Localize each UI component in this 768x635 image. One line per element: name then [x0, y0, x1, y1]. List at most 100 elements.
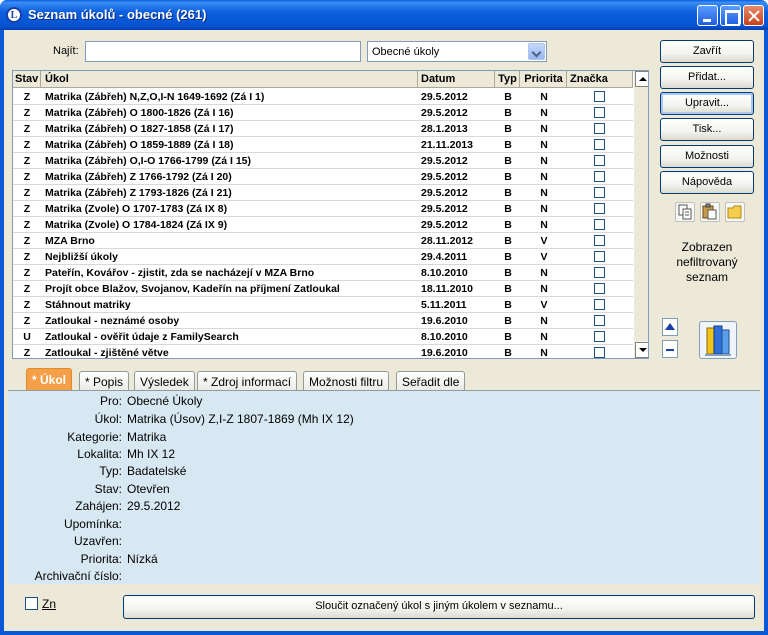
znacka-checkbox[interactable] — [594, 155, 605, 166]
copy-icon[interactable] — [675, 202, 695, 222]
znacka-checkbox[interactable] — [594, 315, 605, 326]
cell-datum: 29.5.2012 — [421, 187, 468, 199]
chevron-down-icon[interactable] — [528, 43, 545, 60]
tab-moznosti-filtru[interactable]: Možnosti filtru — [303, 371, 390, 390]
znacka-checkbox[interactable] — [594, 251, 605, 262]
minimize-button[interactable] — [697, 5, 718, 26]
table-row[interactable]: Z Matrika (Zvole) O 1784-1824 (Zá IX 9) 29… — [13, 217, 633, 233]
tab-seradit-dle[interactable]: Seřadit dle — [396, 371, 466, 390]
cell-typ: B — [504, 299, 512, 311]
table-row[interactable]: Z Projít obce Blažov, Svojanov, Kadeřín n… — [13, 281, 633, 297]
search-input[interactable] — [85, 41, 361, 62]
cell-typ: B — [504, 187, 512, 199]
close-window-button[interactable] — [743, 5, 764, 26]
znacka-checkbox[interactable] — [594, 331, 605, 342]
znacka-checkbox[interactable] — [594, 235, 605, 246]
task-filter-select[interactable]: Obecné úkoly — [367, 41, 547, 62]
znacka-checkbox[interactable] — [594, 299, 605, 310]
column-header-stav[interactable]: Stav — [13, 71, 41, 88]
cell-znacka — [568, 297, 633, 313]
cell-priorita: N — [540, 283, 548, 295]
cell-datum: 19.6.2010 — [421, 315, 468, 327]
cell-priorita: N — [540, 315, 548, 327]
cell-priorita: V — [540, 299, 548, 311]
cell-stav: Z — [23, 203, 31, 215]
field-label-pro: Pro: — [99, 394, 122, 408]
maximize-button[interactable] — [720, 5, 741, 26]
table-row[interactable]: Z Nejbližší úkoly 29.4.2011 B V — [13, 249, 633, 265]
table-row[interactable]: Z Zatloukal - zjištěné větve 19.6.2010 B N — [13, 345, 633, 358]
cell-priorita: N — [540, 203, 548, 215]
paste-icon[interactable] — [700, 202, 720, 222]
cell-stav: Z — [23, 187, 31, 199]
cell-ukol: Matrika (Zábřeh) O 1827-1858 (Zá I 17) — [45, 123, 234, 135]
table-row[interactable]: U Zatloukal - ověřit údaje z FamilySearch… — [13, 329, 633, 345]
column-header-datum[interactable]: Datum — [419, 71, 495, 88]
znacka-checkbox[interactable] — [594, 123, 605, 134]
znacka-checkbox[interactable] — [594, 219, 605, 230]
table-row[interactable]: Z Matrika (Zábřeh) N,Z,O,I-N 1649-1692 (Z… — [13, 89, 633, 105]
app-logo-icon: L — [6, 7, 22, 23]
table-row[interactable]: Z Matrika (Zvole) O 1707-1783 (Zá IX 8) 29… — [13, 201, 633, 217]
znacka-checkbox[interactable] — [594, 91, 605, 102]
znacka-checkbox[interactable] — [594, 203, 605, 214]
scroll-down-button[interactable] — [635, 342, 648, 358]
znacka-checkbox[interactable] — [594, 347, 605, 358]
table-row[interactable]: Z Stáhnout matriky 5.11.2011 B V — [13, 297, 633, 313]
table-row[interactable]: Z Matrika (Zábřeh) O 1827-1858 (Zá I 17) 2… — [13, 121, 633, 137]
cell-znacka — [568, 313, 633, 329]
table-row[interactable]: Z Matrika (Zábřeh) O 1859-1889 (Zá I 18) 2… — [13, 137, 633, 153]
edit-button[interactable]: Upravit... — [660, 92, 754, 115]
znacka-checkbox[interactable] — [594, 171, 605, 182]
options-button[interactable]: Možnosti — [660, 145, 754, 168]
cell-datum: 29.5.2012 — [421, 171, 468, 183]
books-icon[interactable] — [699, 321, 737, 359]
tab-vysledek[interactable]: Výsledek — [134, 371, 195, 390]
title-bar[interactable]: L Seznam úkolů - obecné (261) — [0, 0, 768, 30]
cell-znacka — [568, 249, 633, 265]
cell-ukol: Matrika (Zábřeh) O,I-O 1766-1799 (Zá I 1… — [45, 155, 251, 167]
cell-datum: 29.5.2012 — [421, 219, 468, 231]
scroll-thumb[interactable] — [635, 87, 648, 341]
table-row[interactable]: Z Matrika (Zábřeh) Z 1766-1792 (Zá I 20) 2… — [13, 169, 633, 185]
zn-checkbox[interactable] — [25, 597, 38, 610]
move-up-button[interactable] — [662, 318, 678, 336]
add-button[interactable]: Přidat... — [660, 66, 754, 89]
table-scrollbar[interactable] — [634, 71, 648, 358]
cell-ukol: Matrika (Zábřeh) N,Z,O,I-N 1649-1692 (Zá… — [45, 91, 265, 103]
cell-ukol: Nejbližší úkoly — [45, 251, 118, 263]
column-header-znacka[interactable]: Značka — [568, 71, 633, 88]
collapse-button[interactable] — [662, 340, 678, 358]
znacka-checkbox[interactable] — [594, 107, 605, 118]
scroll-up-button[interactable] — [635, 71, 648, 87]
cell-datum: 29.5.2012 — [421, 107, 468, 119]
column-header-priorita[interactable]: Priorita — [521, 71, 567, 88]
znacka-checkbox[interactable] — [594, 283, 605, 294]
column-header-typ[interactable]: Typ — [496, 71, 520, 88]
close-button[interactable]: Zavřít — [660, 40, 754, 63]
zn-label[interactable]: Zn — [42, 597, 56, 611]
merge-task-button[interactable]: Sloučit označený úkol s jiným úkolem v s… — [123, 595, 755, 619]
folder-icon[interactable] — [725, 202, 745, 222]
tab-popis[interactable]: * Popis — [79, 371, 130, 390]
field-label-stav: Stav: — [94, 482, 122, 496]
tab-zdroj-informaci[interactable]: * Zdroj informací — [197, 371, 298, 390]
table-row[interactable]: Z Zatloukal - neznámé osoby 19.6.2010 B N — [13, 313, 633, 329]
help-button[interactable]: Nápověda — [660, 171, 754, 194]
znacka-checkbox[interactable] — [594, 267, 605, 278]
cell-priorita: V — [540, 235, 548, 247]
tab-ukol[interactable]: * Úkol — [26, 368, 73, 390]
main-window: L Seznam úkolů - obecné (261) Najít: Obe… — [0, 0, 768, 635]
table-row[interactable]: Z Matrika (Zábřeh) O 1800-1826 (Zá I 16) 2… — [13, 105, 633, 121]
column-header-ukol[interactable]: Úkol — [42, 71, 418, 88]
field-label-uzavren: Uzavřen: — [73, 534, 122, 548]
table-row[interactable]: Z Matrika (Zábřeh) Z 1793-1826 (Zá I 21) 2… — [13, 185, 633, 201]
cell-ukol: Matrika (Zábřeh) Z 1793-1826 (Zá I 21) — [45, 187, 232, 199]
znacka-checkbox[interactable] — [594, 139, 605, 150]
window-client-area: Najít: Obecné úkoly Stav Úkol Datum Typ … — [4, 30, 764, 631]
table-row[interactable]: Z Pateřín, Kovářov - zjistit, zda se nach… — [13, 265, 633, 281]
znacka-checkbox[interactable] — [594, 187, 605, 198]
table-row[interactable]: Z Matrika (Zábřeh) O,I-O 1766-1799 (Zá I … — [13, 153, 633, 169]
table-row[interactable]: Z MZA Brno 28.11.2012 B V — [13, 233, 633, 249]
print-button[interactable]: Tisk... — [660, 118, 754, 141]
